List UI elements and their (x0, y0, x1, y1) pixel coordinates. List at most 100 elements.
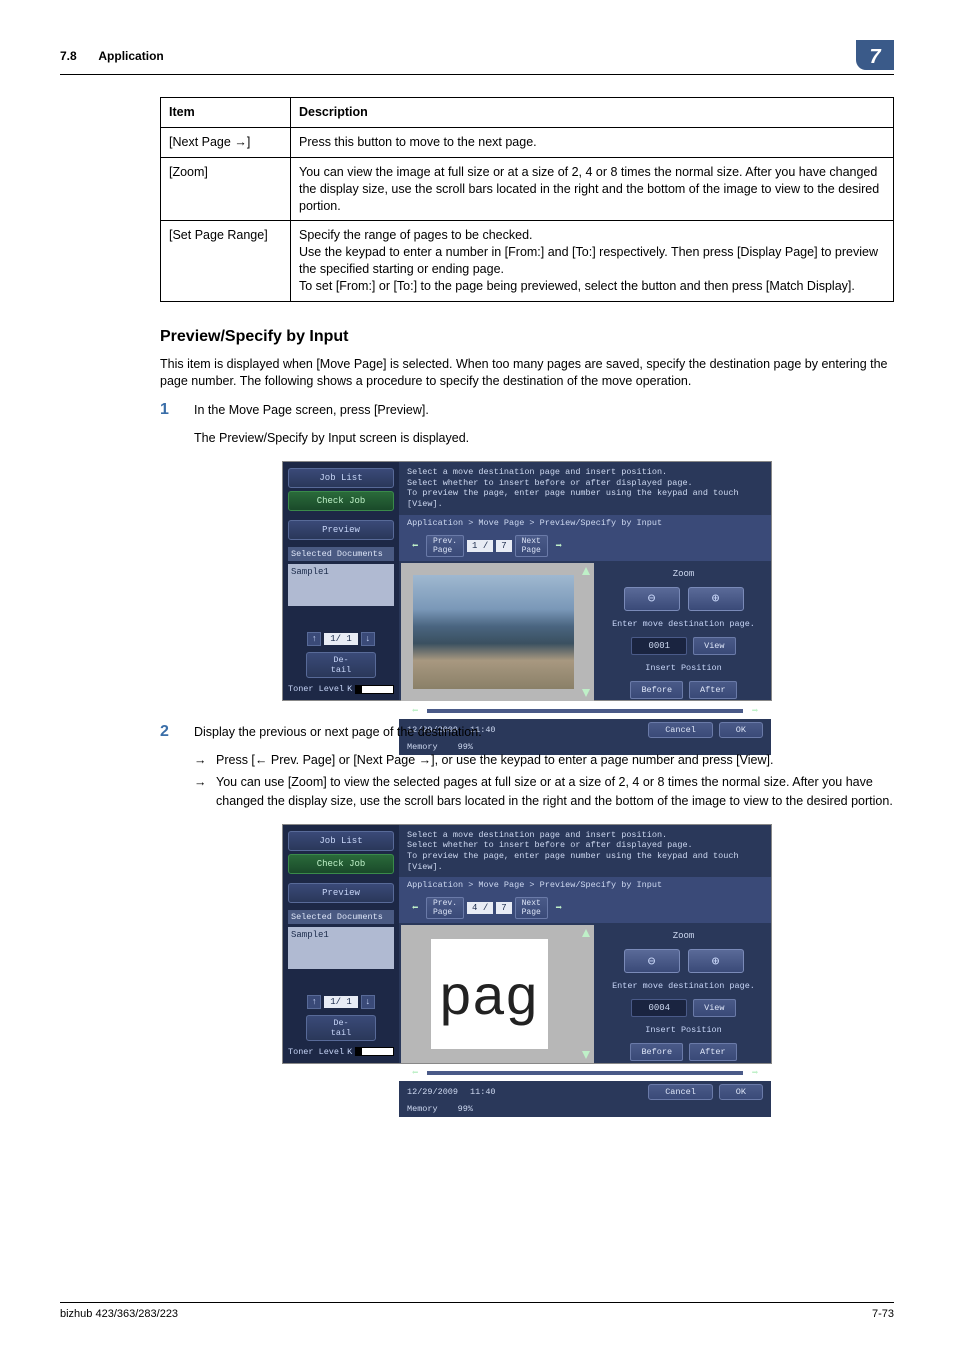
down-arrow-icon[interactable]: ↓ (361, 632, 375, 646)
table-row: [Set Page Range] Specify the range of pa… (161, 221, 894, 302)
toner-level-row: Toner Level K (288, 1047, 394, 1057)
page-counter-total: 7 (496, 540, 511, 552)
check-job-tab[interactable]: Check Job (288, 491, 394, 511)
zoom-out-button[interactable]: ⊖ (624, 949, 680, 973)
footer-page: 7-73 (872, 1308, 894, 1320)
status-bar-2: Memory 99% (399, 1101, 771, 1117)
scroll-down-icon[interactable] (580, 687, 592, 699)
prev-page-button[interactable]: Prev. Page (426, 535, 464, 557)
sub-bullet-text: You can use [Zoom] to view the selected … (216, 773, 894, 809)
step-number: 1 (160, 401, 194, 419)
th-item: Item (161, 98, 291, 128)
zoom-out-button[interactable]: ⊖ (624, 587, 680, 611)
toner-k: K (347, 1047, 352, 1057)
preview-image (413, 575, 574, 689)
page-number-field[interactable]: 0001 (631, 637, 687, 655)
zoom-in-button[interactable]: ⊕ (688, 949, 744, 973)
section-label: 7.8 Application (60, 48, 164, 63)
after-button[interactable]: After (689, 681, 737, 699)
breadcrumb: Application > Move Page > Preview/Specif… (399, 515, 771, 531)
status-date: 12/29/2009 (407, 1087, 458, 1097)
scroll-up-icon[interactable] (580, 565, 592, 577)
selected-documents-body: Sample1 (288, 927, 394, 969)
zoom-in-button[interactable]: ⊕ (688, 587, 744, 611)
enter-dest-label: Enter move destination page. (606, 981, 761, 991)
detail-button[interactable]: De- tail (306, 652, 376, 678)
cell-item: [Zoom] (161, 157, 291, 221)
cell-item: [Next Page →] (161, 127, 291, 157)
up-arrow-icon[interactable]: ↑ (307, 632, 321, 646)
page-number-field[interactable]: 0004 (631, 999, 687, 1017)
toner-label: Toner Level (288, 684, 344, 694)
page-counter-current: 4 / (467, 902, 493, 914)
chapter-badge: 7 (856, 40, 894, 70)
selected-documents-header: Selected Documents (288, 547, 394, 561)
insert-position-label: Insert Position (606, 663, 761, 673)
screenshot-figure-2: Job List Check Job Preview Selected Docu… (160, 824, 894, 1064)
right-panel: Zoom ⊖ ⊕ Enter move destination page. 00… (596, 923, 771, 1065)
page-strip-value: 1/ 1 (324, 633, 358, 645)
view-button[interactable]: View (693, 637, 735, 655)
status-memory: Memory (407, 1104, 438, 1114)
toner-label: Toner Level (288, 1047, 344, 1057)
content-area: Item Description [Next Page →] Press thi… (160, 97, 894, 1064)
page-strip: ↑ 1/ 1 ↓ (288, 632, 394, 646)
h-scroll-track[interactable] (427, 1071, 743, 1075)
sub-bullet: → You can use [Zoom] to view the selecte… (194, 773, 894, 809)
cell-desc: You can view the image at full size or a… (291, 157, 894, 221)
scroll-down-icon[interactable] (580, 1049, 592, 1061)
preview-tab[interactable]: Preview (288, 883, 394, 903)
ok-button[interactable]: OK (719, 1084, 763, 1100)
prev-page-button[interactable]: Prev. Page (426, 897, 464, 919)
scroll-left-icon[interactable]: ⬅ (407, 704, 423, 718)
scroll-right-icon[interactable]: ➡ (747, 1066, 763, 1080)
selected-documents-body: Sample1 (288, 564, 394, 606)
left-arrow-icon[interactable]: ⬅ (407, 901, 423, 915)
page-strip-value: 1/ 1 (324, 996, 358, 1008)
after-button[interactable]: After (689, 1043, 737, 1061)
right-arrow-icon[interactable]: ➡ (551, 901, 567, 915)
down-arrow-icon[interactable]: ↓ (361, 995, 375, 1009)
page-strip: ↑ 1/ 1 ↓ (288, 995, 394, 1009)
section-title: Application (98, 49, 163, 63)
toner-level-row: Toner Level K (288, 684, 394, 694)
view-button[interactable]: View (693, 999, 735, 1017)
instruction-text: Select a move destination page and inser… (399, 825, 771, 878)
right-arrow-icon[interactable]: ➡ (551, 539, 567, 553)
scroll-right-icon[interactable]: ➡ (747, 704, 763, 718)
up-arrow-icon[interactable]: ↑ (307, 995, 321, 1009)
next-page-button[interactable]: Next Page (515, 535, 548, 557)
section-number: 7.8 (60, 49, 77, 63)
toner-bar (355, 685, 394, 694)
breadcrumb: Application > Move Page > Preview/Specif… (399, 877, 771, 893)
job-list-tab[interactable]: Job List (288, 468, 394, 488)
next-page-button[interactable]: Next Page (515, 897, 548, 919)
subsection-heading: Preview/Specify by Input (160, 328, 894, 346)
left-arrow-icon[interactable]: ⬅ (407, 539, 423, 553)
step-text: Display the previous or next page of the… (194, 723, 894, 741)
step-1: 1 In the Move Page screen, press [Previe… (160, 401, 894, 423)
footer-product: bizhub 423/363/283/223 (60, 1308, 178, 1320)
arrow-icon: → (194, 773, 216, 791)
page-header: 7.8 Application 7 (60, 40, 894, 75)
cancel-button[interactable]: Cancel (648, 1084, 713, 1100)
check-job-tab[interactable]: Check Job (288, 854, 394, 874)
description-table: Item Description [Next Page →] Press thi… (160, 97, 894, 302)
page-counter-total: 7 (496, 902, 511, 914)
step-number: 2 (160, 723, 194, 741)
scroll-up-icon[interactable] (580, 927, 592, 939)
page-bar: ⬅ Prev. Page 4 / 7 Next Page ➡ (399, 893, 771, 923)
page-bar: ⬅ Prev. Page 1 / 7 Next Page ➡ (399, 531, 771, 561)
horizontal-scroll: ⬅ ➡ (399, 1065, 771, 1081)
preview-tab[interactable]: Preview (288, 520, 394, 540)
instruction-text: Select a move destination page and inser… (399, 462, 771, 515)
before-button[interactable]: Before (630, 681, 683, 699)
h-scroll-track[interactable] (427, 709, 743, 713)
scroll-left-icon[interactable]: ⬅ (407, 1066, 423, 1080)
before-button[interactable]: Before (630, 1043, 683, 1061)
preview-area (401, 563, 594, 701)
intro-paragraph: This item is displayed when [Move Page] … (160, 356, 894, 391)
selected-documents-header: Selected Documents (288, 910, 394, 924)
detail-button[interactable]: De- tail (306, 1015, 376, 1041)
job-list-tab[interactable]: Job List (288, 831, 394, 851)
